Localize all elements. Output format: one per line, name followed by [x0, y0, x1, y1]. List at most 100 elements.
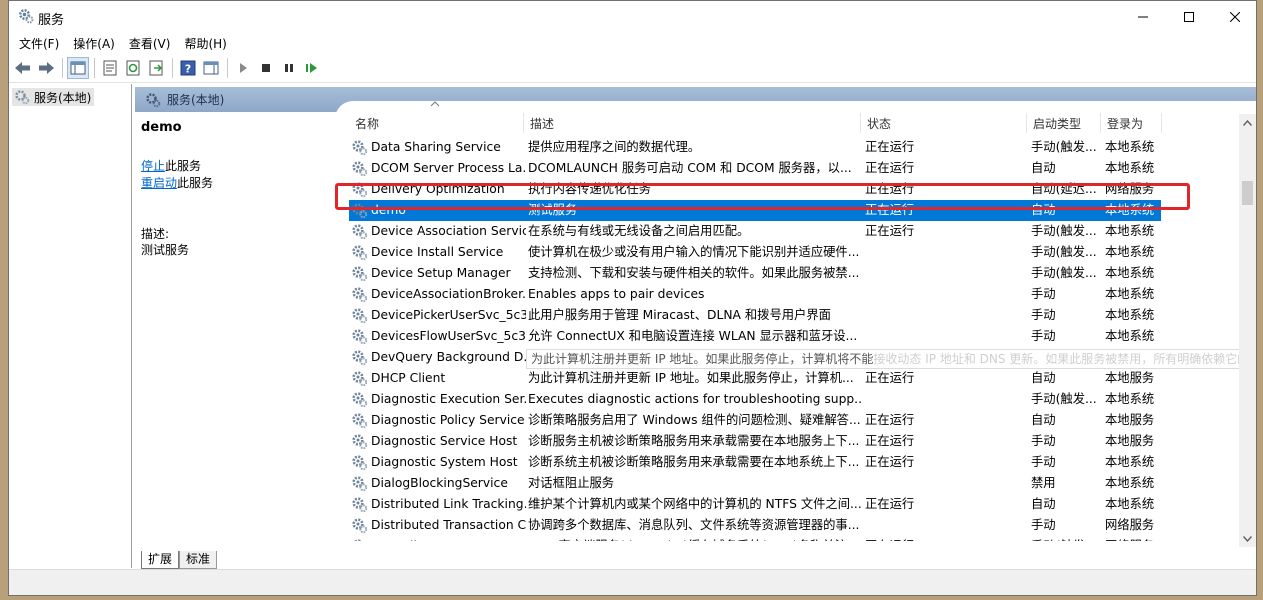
- cell-status: 正在运行: [865, 371, 915, 385]
- column-divider[interactable]: [1161, 113, 1162, 133]
- menu-action[interactable]: 操作(A): [67, 35, 121, 52]
- cell-status: 正在运行: [865, 434, 915, 448]
- service-row[interactable]: DHCP Client 为此计算机注册并更新 IP 地址。如果此服务停止，计算机.…: [349, 368, 1161, 389]
- service-row[interactable]: DialogBlockingService 对话框阻止服务 禁用 本地系统: [349, 473, 1161, 494]
- maximize-button[interactable]: [1166, 1, 1212, 32]
- stop-icon: [262, 64, 270, 72]
- stop-service-button[interactable]: [255, 57, 277, 79]
- restart-action: 重启动此服务: [141, 174, 213, 191]
- column-header-startup-type-label: 启动类型: [1033, 116, 1082, 131]
- tree-item-label: 服务(本地): [34, 90, 92, 105]
- vertical-scrollbar[interactable]: [1239, 114, 1256, 547]
- cell-log-on-as: 本地系统: [1105, 245, 1155, 259]
- service-row[interactable]: Distributed Transaction C... 协调跨多个数据库、消息队…: [349, 515, 1161, 536]
- service-row[interactable]: Diagnostic Service Host 诊断服务主机被诊断策略服务用来承载…: [349, 431, 1161, 452]
- back-arrow-icon: [15, 62, 30, 74]
- cell-status: [865, 242, 1027, 263]
- show-hide-tree-button[interactable]: [67, 57, 89, 79]
- cell-startup-type: 手动(触发...: [1031, 140, 1097, 154]
- service-row[interactable]: Data Sharing Service 提供应用程序之间的数据代理。 正在运行 手动…: [349, 137, 1161, 158]
- cell-description: Executes diagnostic actions for troubles…: [528, 392, 862, 406]
- menu-file[interactable]: 文件(F): [13, 35, 65, 52]
- column-header-description[interactable]: 描述: [524, 111, 860, 135]
- column-header-description-label: 描述: [530, 116, 555, 131]
- cell-name: DevicesFlowUserSvc_5c31d: [371, 329, 526, 343]
- tree-item-services-local[interactable]: 服务(本地): [12, 88, 95, 106]
- cell-status: 正在运行: [865, 536, 1027, 541]
- services-list: 名称 描述 状态 启动类型 登录为 Data Sharing Service 提供…: [335, 101, 1256, 541]
- cell-startup-type: 手动: [1031, 434, 1056, 448]
- column-header-status[interactable]: 状态: [861, 111, 1026, 135]
- services-window: 服务 文件(F) 操作(A) 查看(V) 帮助(H) ? 服务(本地) 服务(本…: [8, 0, 1257, 596]
- service-row[interactable]: DNS ClientDNS 客户端服务(dnscache)缓存域名系统(DNS)…: [349, 536, 1161, 541]
- restart-service-button[interactable]: [301, 57, 323, 79]
- cell-log-on-as: 本地系统: [1105, 287, 1155, 301]
- cell-status: [865, 263, 1027, 284]
- cell-status: [865, 284, 1027, 305]
- service-row[interactable]: DCOM Server Process La... DCOMLAUNCH 服务可启…: [349, 158, 1161, 179]
- cell-status: 正在运行: [865, 224, 915, 238]
- menu-view[interactable]: 查看(V): [123, 35, 177, 52]
- console-tree: 服务(本地): [9, 84, 132, 568]
- extended-description-pane: demo 停止此服务 重启动此服务 描述: 测试服务: [135, 112, 335, 542]
- scroll-down-button[interactable]: [1239, 530, 1256, 547]
- title-bar: 服务: [9, 1, 1256, 32]
- column-header-name[interactable]: 名称: [349, 111, 523, 135]
- start-service-button[interactable]: [232, 57, 254, 79]
- service-row[interactable]: Diagnostic System Host 诊断系统主机被诊断策略服务用来承载需…: [349, 452, 1161, 473]
- scroll-up-button[interactable]: [1239, 114, 1256, 131]
- cell-name: DeviceAssociationBroker...: [371, 287, 526, 301]
- cell-name: Diagnostic Execution Ser...: [371, 392, 526, 406]
- cell-name: Diagnostic Policy Service: [371, 413, 525, 427]
- cell-startup-type: 手动: [1031, 308, 1056, 322]
- minimize-button[interactable]: [1120, 1, 1166, 32]
- help-button[interactable]: ?: [177, 57, 199, 79]
- menu-help[interactable]: 帮助(H): [178, 35, 232, 52]
- cell-startup-type: 手动(触发...: [1031, 392, 1097, 406]
- service-gear-icon: [351, 349, 368, 366]
- service-row[interactable]: Distributed Link Tracking... 维护某个计算机内或某个网…: [349, 494, 1161, 515]
- service-gear-icon: [351, 370, 368, 387]
- cell-name: DNS Client: [371, 536, 526, 541]
- cell-name: Diagnostic Service Host: [371, 434, 518, 448]
- service-gear-icon: [351, 538, 368, 541]
- column-header-startup-type[interactable]: 启动类型: [1027, 111, 1100, 135]
- service-row[interactable]: Device Install Service 使计算机在极少或没有用户输入的情况下…: [349, 242, 1161, 263]
- service-row[interactable]: Device Association Service 在系统与有线或无线设备之间启…: [349, 221, 1161, 242]
- column-header-log-on-as-label: 登录为: [1107, 116, 1144, 131]
- pause-icon: [285, 64, 293, 72]
- service-row[interactable]: Device Setup Manager 支持检测、下载和安装与硬件相关的软件。如…: [349, 263, 1161, 284]
- show-hide-action-pane-button[interactable]: [200, 57, 222, 79]
- service-row[interactable]: Diagnostic Policy Service 诊断策略服务启用了 Windo…: [349, 410, 1161, 431]
- service-gear-icon: [351, 496, 368, 513]
- svg-text:?: ?: [185, 63, 191, 76]
- cell-log-on-as: 本地服务: [1105, 371, 1155, 385]
- cell-startup-type: 自动: [1031, 497, 1056, 511]
- tab-standard[interactable]: 标准: [179, 551, 218, 569]
- column-header-log-on-as[interactable]: 登录为: [1101, 111, 1161, 135]
- restart-service-link[interactable]: 重启动: [141, 176, 177, 190]
- refresh-button[interactable]: [122, 57, 144, 79]
- cell-log-on-as: 本地服务: [1105, 413, 1155, 427]
- forward-button[interactable]: [35, 57, 57, 79]
- cell-startup-type: 手动(触发...: [1031, 266, 1097, 280]
- chevron-up-icon: [1243, 119, 1252, 126]
- cell-startup-type: 自动: [1031, 413, 1056, 427]
- service-gear-icon: [351, 139, 368, 156]
- service-row[interactable]: DeviceAssociationBroker... Enables apps t…: [349, 284, 1161, 305]
- show-hide-action-pane-icon: [203, 61, 219, 75]
- pause-service-button[interactable]: [278, 57, 300, 79]
- scrollbar-thumb[interactable]: [1242, 181, 1253, 205]
- close-button[interactable]: [1212, 1, 1256, 32]
- back-button[interactable]: [12, 57, 34, 79]
- export-list-button[interactable]: [145, 57, 167, 79]
- tab-extended[interactable]: 扩展: [141, 551, 180, 569]
- service-row[interactable]: Diagnostic Execution Ser... Executes diag…: [349, 389, 1161, 410]
- cell-name: Diagnostic System Host: [371, 455, 518, 469]
- service-gear-icon: [351, 412, 368, 429]
- service-row[interactable]: DevicePickerUserSvc_5c3... 此用户服务用于管理 Mira…: [349, 305, 1161, 326]
- properties-button[interactable]: [99, 57, 121, 79]
- stop-service-link[interactable]: 停止: [141, 159, 165, 173]
- cell-log-on-as: 网络服务: [1105, 518, 1155, 532]
- service-row[interactable]: DevicesFlowUserSvc_5c31d 允许 ConnectUX 和电脑…: [349, 326, 1161, 347]
